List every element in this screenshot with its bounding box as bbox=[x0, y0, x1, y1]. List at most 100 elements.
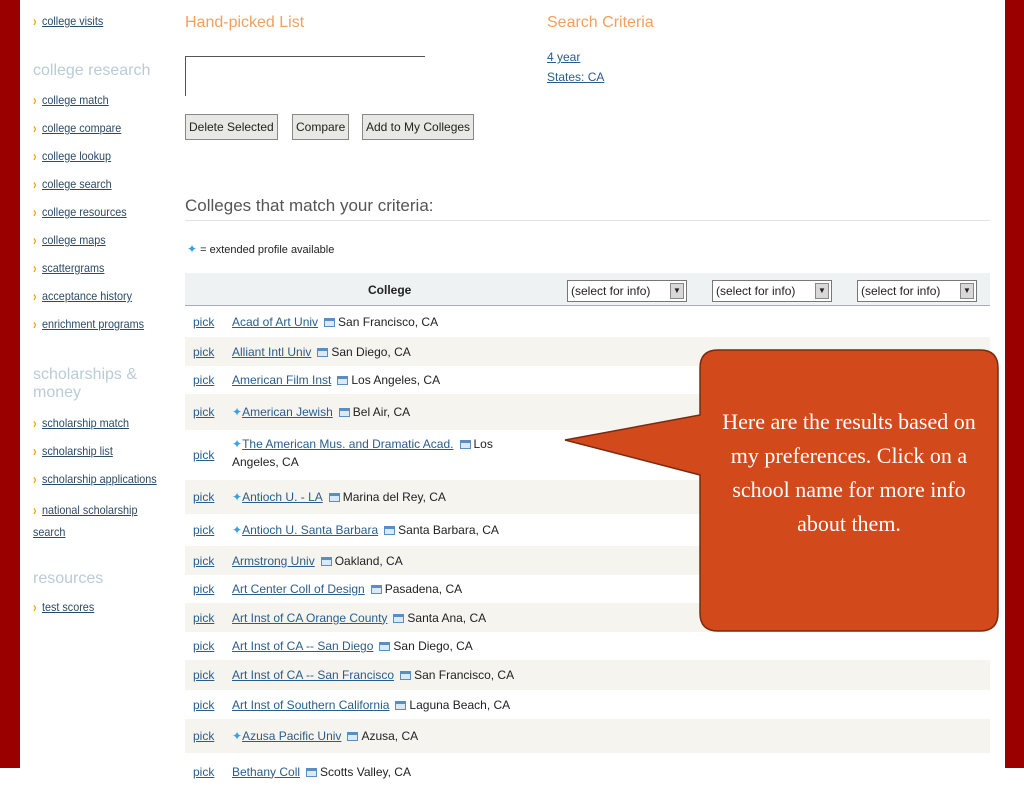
sidebar-item[interactable]: › test scores bbox=[33, 599, 94, 616]
sidebar-item[interactable]: › college compare bbox=[33, 120, 121, 137]
table-row: pick Art Inst of Southern California Lagu… bbox=[185, 690, 990, 719]
window-icon[interactable] bbox=[393, 613, 405, 623]
college-location: Scotts Valley, CA bbox=[320, 764, 411, 779]
pick-link[interactable]: pick bbox=[193, 698, 214, 712]
pick-link[interactable]: pick bbox=[193, 611, 214, 625]
college-link[interactable]: Art Inst of CA -- San Francisco bbox=[232, 668, 394, 682]
college-link[interactable]: Bethany Coll bbox=[232, 765, 300, 779]
criteria-4-year[interactable]: 4 year bbox=[547, 50, 580, 64]
info-select-2[interactable]: (select for info) ▼ bbox=[712, 280, 832, 302]
info-select-3[interactable]: (select for info) ▼ bbox=[857, 280, 977, 302]
window-icon[interactable] bbox=[459, 440, 471, 449]
pick-link[interactable]: pick bbox=[193, 405, 214, 419]
sidebar-link[interactable]: acceptance history bbox=[42, 289, 132, 303]
table-row: pick ✦Azusa Pacific Univ Azusa, CA bbox=[185, 719, 990, 753]
window-icon[interactable] bbox=[317, 347, 329, 357]
sidebar-link[interactable]: college visits bbox=[42, 14, 103, 28]
pick-link[interactable]: pick bbox=[193, 315, 214, 329]
sidebar-item[interactable]: › national scholarship search bbox=[33, 499, 150, 543]
pick-link[interactable]: pick bbox=[193, 554, 214, 568]
window-icon[interactable] bbox=[370, 585, 382, 594]
chevron-right-icon: › bbox=[33, 414, 37, 432]
college-link[interactable]: Azusa Pacific Univ bbox=[242, 729, 341, 743]
sidebar-link[interactable]: college match bbox=[42, 93, 109, 107]
college-link[interactable]: Armstrong Univ bbox=[232, 554, 315, 568]
college-link[interactable]: Art Inst of Southern California bbox=[232, 698, 389, 712]
search-criteria-title: Search Criteria bbox=[547, 14, 654, 31]
sidebar-item[interactable]: › scattergrams bbox=[33, 259, 104, 277]
window-icon[interactable] bbox=[338, 408, 350, 417]
college-location: Bel Air, CA bbox=[352, 405, 411, 419]
star-icon: ✦ bbox=[232, 523, 243, 537]
table-row: pick Art Inst of CA -- San Francisco San … bbox=[185, 660, 990, 690]
sidebar-link[interactable]: college maps bbox=[42, 233, 106, 247]
sidebar-item[interactable]: › scholarship match bbox=[33, 414, 129, 432]
window-icon[interactable] bbox=[400, 671, 412, 680]
window-icon[interactable] bbox=[395, 700, 407, 710]
window-icon[interactable] bbox=[337, 376, 349, 385]
window-icon[interactable] bbox=[320, 556, 332, 566]
window-icon[interactable] bbox=[328, 493, 340, 502]
sidebar-link[interactable]: college search bbox=[42, 177, 112, 191]
delete-selected-button[interactable]: Delete Selected bbox=[185, 114, 278, 140]
pick-link[interactable]: pick bbox=[193, 582, 214, 596]
select-value: (select for info) bbox=[716, 284, 796, 298]
sidebar-item[interactable]: › scholarship list bbox=[33, 443, 113, 460]
sidebar-link[interactable]: test scores bbox=[42, 600, 94, 614]
sidebar-item[interactable]: › college resources bbox=[33, 204, 127, 221]
star-icon: ✦ bbox=[187, 242, 198, 256]
college-link[interactable]: American Jewish bbox=[242, 405, 333, 419]
criteria-states[interactable]: States: CA bbox=[547, 70, 604, 84]
college-link[interactable]: Antioch U. - LA bbox=[242, 490, 323, 504]
chevron-right-icon: › bbox=[33, 259, 37, 277]
college-link[interactable]: American Film Inst bbox=[232, 373, 331, 387]
college-link[interactable]: Art Center Coll of Design bbox=[232, 582, 365, 596]
table-row: pick Acad of Art Univ San Francisco, CA bbox=[185, 307, 990, 337]
window-icon[interactable] bbox=[347, 732, 359, 741]
sidebar-item[interactable]: › college match bbox=[33, 91, 109, 109]
column-college: College bbox=[368, 283, 412, 297]
window-icon[interactable] bbox=[379, 642, 391, 651]
college-link[interactable]: Acad of Art Univ bbox=[232, 315, 318, 329]
callout-text: Here are the results based on my prefere… bbox=[722, 409, 976, 536]
sidebar-item-college-visits[interactable]: › college visits bbox=[33, 13, 103, 30]
sidebar-item[interactable]: › scholarship applications bbox=[33, 471, 157, 488]
pick-link[interactable]: pick bbox=[193, 523, 214, 537]
sidebar-link[interactable]: national scholarship search bbox=[33, 503, 137, 539]
pick-link[interactable]: pick bbox=[193, 639, 214, 653]
chevron-right-icon: › bbox=[33, 91, 37, 109]
dropdown-arrow-icon: ▼ bbox=[670, 283, 684, 299]
college-link[interactable]: Art Inst of CA Orange County bbox=[232, 611, 387, 625]
sidebar-link[interactable]: college resources bbox=[42, 205, 127, 219]
sidebar-item[interactable]: › college maps bbox=[33, 232, 106, 249]
sidebar-link[interactable]: college lookup bbox=[42, 149, 111, 163]
add-to-my-colleges-button[interactable]: Add to My Colleges bbox=[362, 114, 475, 140]
college-link[interactable]: Alliant Intl Univ bbox=[232, 345, 311, 359]
sidebar-link[interactable]: scattergrams bbox=[42, 261, 104, 275]
info-select-1[interactable]: (select for info) ▼ bbox=[567, 280, 687, 302]
sidebar-link[interactable]: scholarship match bbox=[42, 416, 129, 430]
window-icon[interactable] bbox=[324, 318, 336, 327]
window-icon[interactable] bbox=[384, 526, 396, 535]
sidebar-link[interactable]: college compare bbox=[42, 121, 121, 135]
pick-link[interactable]: pick bbox=[193, 373, 214, 387]
window-icon[interactable] bbox=[306, 767, 318, 777]
pick-link[interactable]: pick bbox=[193, 668, 214, 682]
sidebar-link[interactable]: scholarship applications bbox=[42, 472, 157, 486]
college-link[interactable]: The American Mus. and Dramatic Acad. bbox=[242, 437, 453, 451]
pick-link[interactable]: pick bbox=[193, 765, 214, 779]
pick-link[interactable]: pick bbox=[193, 345, 214, 359]
pick-link[interactable]: pick bbox=[193, 729, 214, 743]
college-link[interactable]: Antioch U. Santa Barbara bbox=[242, 523, 378, 537]
sidebar-link[interactable]: enrichment programs bbox=[42, 317, 144, 331]
sidebar-item[interactable]: › acceptance history bbox=[33, 288, 132, 305]
sidebar-item[interactable]: › college lookup bbox=[33, 148, 111, 165]
sidebar-item[interactable]: › college search bbox=[33, 176, 112, 193]
pick-link[interactable]: pick bbox=[193, 448, 214, 462]
sidebar-link[interactable]: scholarship list bbox=[42, 444, 113, 458]
compare-button[interactable]: Compare bbox=[292, 114, 350, 140]
pick-link[interactable]: pick bbox=[193, 490, 214, 504]
sidebar-item[interactable]: › enrichment programs bbox=[33, 316, 144, 333]
handpicked-list-box[interactable] bbox=[185, 56, 425, 96]
college-link[interactable]: Art Inst of CA -- San Diego bbox=[232, 639, 373, 653]
